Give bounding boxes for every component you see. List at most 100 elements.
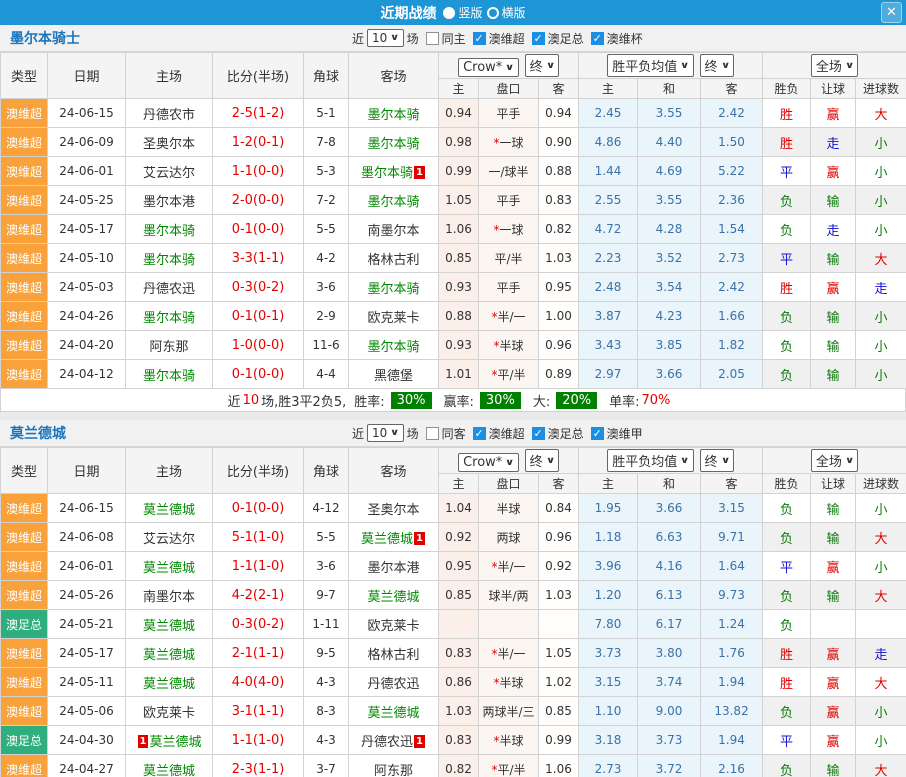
asian-away-odds: 0.95: [539, 273, 579, 302]
euro-away-odds: 1.66: [701, 302, 763, 331]
league-checkbox[interactable]: ✓: [473, 427, 486, 440]
column-header: 比分(半场): [213, 448, 304, 494]
result-handicap-cell: 输: [811, 581, 856, 610]
euro-home-odds: 3.18: [579, 726, 638, 755]
summary-row: 近10场,胜3平2负5, 胜率:30%赢率:30%大:20%单率:70%: [0, 389, 906, 412]
corners-cell: 9-5: [304, 639, 349, 668]
home-team-cell: 墨尔本港: [126, 186, 213, 215]
match-row: 澳维超 24-05-06 欧克莱卡 3-1(1-1) 8-3 莫兰德城 1.03…: [1, 697, 906, 726]
euro-odds-header: 胜平负均值∨ 终∨: [579, 448, 763, 474]
section-divider: [0, 412, 906, 420]
layout-radio-vertical[interactable]: 竖版: [440, 4, 482, 21]
type-cell: 澳维超: [1, 552, 48, 581]
date-cell: 24-05-17: [48, 215, 126, 244]
type-cell: 澳维超: [1, 157, 48, 186]
away-team-cell: 墨尔本港: [349, 552, 439, 581]
match-row: 澳维超 24-06-01 艾云达尔 1-1(0-0) 5-3 墨尔本骑1 0.9…: [1, 157, 906, 186]
date-cell: 24-05-06: [48, 697, 126, 726]
sub-column-header: 胜负: [763, 79, 811, 99]
date-cell: 24-05-11: [48, 668, 126, 697]
result-wdl-cell: 负: [763, 755, 811, 777]
result-goals-cell: 大: [856, 581, 906, 610]
corners-cell: 7-2: [304, 186, 349, 215]
stat-value: 30%: [480, 392, 521, 409]
sub-column-header: 主: [439, 474, 479, 494]
home-team-cell: 墨尔本骑: [126, 302, 213, 331]
date-cell: 24-04-12: [48, 360, 126, 389]
scope-select[interactable]: 全场∨: [811, 54, 858, 77]
wdl-source-select[interactable]: 胜平负均值∨: [607, 449, 693, 472]
corners-cell: 11-6: [304, 331, 349, 360]
odds-stage-select[interactable]: 终∨: [525, 449, 559, 472]
away-team-cell: 墨尔本骑: [349, 273, 439, 302]
league-checkbox[interactable]: ✓: [591, 427, 604, 440]
asian-home-odds: 0.85: [439, 581, 479, 610]
date-cell: 24-04-30: [48, 726, 126, 755]
sub-column-header: 进球数: [856, 79, 906, 99]
result-wdl-cell: 胜: [763, 99, 811, 128]
corners-cell: 4-2: [304, 244, 349, 273]
corners-cell: 5-5: [304, 215, 349, 244]
team-label: 格林古利: [367, 253, 419, 268]
radio-vertical-label: 竖版: [458, 4, 482, 21]
euro-away-odds: 5.22: [701, 157, 763, 186]
team-label: 莫兰德城: [143, 648, 195, 663]
team-label: 莫兰德城: [143, 619, 195, 634]
result-goals-cell: [856, 610, 906, 639]
same-venue-checkbox[interactable]: [426, 32, 439, 45]
same-venue-label: 同主: [442, 30, 466, 47]
league-checkbox[interactable]: ✓: [532, 32, 545, 45]
date-cell: 24-05-25: [48, 186, 126, 215]
euro-away-odds: 9.71: [701, 523, 763, 552]
column-header: 类型: [1, 53, 48, 99]
same-venue-checkbox[interactable]: [426, 427, 439, 440]
match-row: 澳维超 24-06-09 圣奥尔本 1-2(0-1) 7-8 墨尔本骑 0.98…: [1, 128, 906, 157]
result-goals-cell: 走: [856, 639, 906, 668]
wdl-stage-select[interactable]: 终∨: [700, 54, 734, 77]
corners-cell: 2-9: [304, 302, 349, 331]
team-label: 莫兰德城: [143, 677, 195, 692]
score-cell: 1-1(0-0): [213, 157, 304, 186]
type-cell: 澳维超: [1, 639, 48, 668]
asian-away-odds: 0.89: [539, 360, 579, 389]
handicap-star: *: [491, 368, 497, 382]
wdl-stage-select[interactable]: 终∨: [700, 449, 734, 472]
bookmaker-select[interactable]: Crow*∨: [458, 453, 519, 472]
team-name: 莫兰德城: [10, 423, 66, 443]
handicap-cell: *一球: [479, 215, 539, 244]
league-checkbox[interactable]: ✓: [532, 427, 545, 440]
near-label: 近: [352, 30, 364, 47]
league-checkbox[interactable]: ✓: [591, 32, 604, 45]
handicap-star: *: [491, 763, 497, 777]
asian-away-odds: 1.06: [539, 755, 579, 777]
result-handicap-cell: 输: [811, 494, 856, 523]
match-count-select[interactable]: 10∨: [367, 29, 404, 47]
team-label: 格林古利: [367, 648, 419, 663]
handicap-cell: *平/半: [479, 755, 539, 777]
layout-radio-horizontal[interactable]: 横版: [487, 4, 526, 21]
corners-cell: 3-6: [304, 273, 349, 302]
home-team-cell: 艾云达尔: [126, 157, 213, 186]
away-team-cell: 莫兰德城1: [349, 523, 439, 552]
match-count-select[interactable]: 10∨: [367, 424, 404, 442]
euro-home-odds: 2.97: [579, 360, 638, 389]
league-label: 澳维杯: [607, 30, 643, 47]
bookmaker-select[interactable]: Crow*∨: [458, 58, 519, 77]
scope-select[interactable]: 全场∨: [811, 449, 858, 472]
corners-cell: 3-6: [304, 552, 349, 581]
corners-cell: 1-11: [304, 610, 349, 639]
euro-away-odds: 2.42: [701, 99, 763, 128]
team-label: 莫兰德城: [143, 764, 195, 777]
radio-horizontal-label: 横版: [502, 4, 526, 21]
close-icon[interactable]: ✕: [881, 2, 902, 23]
wdl-source-select[interactable]: 胜平负均值∨: [607, 54, 693, 77]
league-checkbox[interactable]: ✓: [473, 32, 486, 45]
result-handicap-cell: 输: [811, 755, 856, 777]
result-wdl-cell: 负: [763, 523, 811, 552]
sub-column-header: 主: [579, 79, 638, 99]
euro-home-odds: 3.43: [579, 331, 638, 360]
column-header: 客场: [349, 448, 439, 494]
corners-cell: 7-8: [304, 128, 349, 157]
asian-away-odds: 0.83: [539, 186, 579, 215]
odds-stage-select[interactable]: 终∨: [525, 54, 559, 77]
